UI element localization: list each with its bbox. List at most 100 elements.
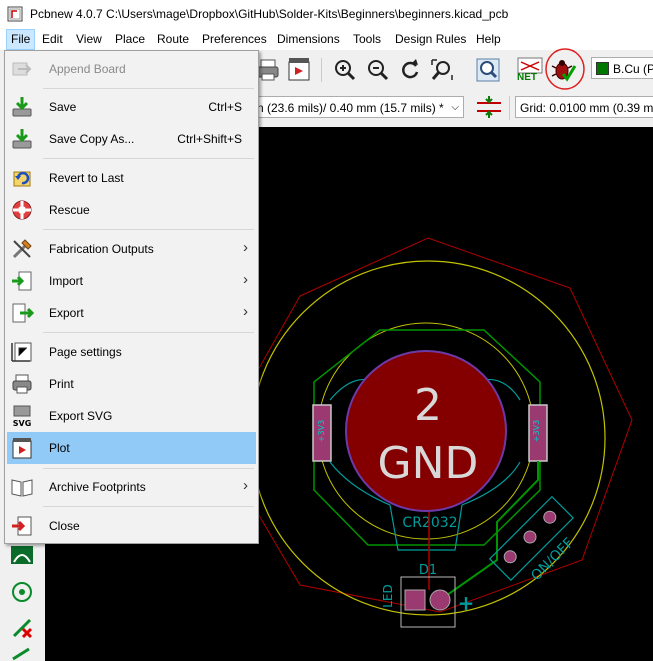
pad-left-label: +3V3 <box>317 420 326 442</box>
layer-select-value: B.Cu (P <box>613 62 653 76</box>
close-icon <box>12 516 32 536</box>
menu-view[interactable]: View <box>76 32 102 46</box>
menu-item-label: Save Copy As... <box>49 132 135 146</box>
pcbnew-app-icon <box>7 6 23 22</box>
menu-item-append-board: Append Board <box>7 53 256 85</box>
find-icon[interactable] <box>474 56 502 84</box>
menu-item-label: Close <box>49 519 80 533</box>
menu-item-plot[interactable]: Plot <box>7 432 256 464</box>
menu-item-save-copy-as[interactable]: Save Copy As... Ctrl+Shift+S <box>7 123 256 155</box>
menu-item-label: Save <box>49 100 77 114</box>
append-board-icon <box>12 62 32 76</box>
menu-route[interactable]: Route <box>157 32 189 46</box>
menu-separator <box>43 332 254 333</box>
chevron-right-icon: › <box>243 271 248 288</box>
page-settings-icon <box>11 342 32 362</box>
zoom-out-icon[interactable] <box>364 56 392 84</box>
menu-item-page-settings[interactable]: Page settings <box>7 336 256 368</box>
menu-item-label: Rescue <box>49 203 90 217</box>
menu-item-fabrication-outputs[interactable]: Fabrication Outputs › <box>7 233 256 265</box>
menu-item-close[interactable]: Close <box>7 510 256 542</box>
menu-item-label: Export SVG <box>49 409 113 423</box>
revert-icon <box>13 171 31 187</box>
layer-select[interactable]: B.Cu (P <box>591 57 653 79</box>
import-icon <box>12 271 32 291</box>
file-menu: Append Board Save Ctrl+S Save Copy As...… <box>4 50 259 544</box>
menu-item-label: Print <box>49 377 74 391</box>
red-annotation-circle <box>545 48 585 90</box>
menu-item-label: Append Board <box>49 62 126 76</box>
menu-item-shortcut: Ctrl+S <box>208 100 242 114</box>
menu-item-label: Revert to Last <box>49 171 124 185</box>
menu-tools[interactable]: Tools <box>353 32 381 46</box>
polar-coords-icon[interactable] <box>9 579 35 605</box>
menu-item-save[interactable]: Save Ctrl+S <box>7 91 256 123</box>
delete-tool-icon[interactable] <box>9 615 35 641</box>
netlist-button[interactable]: NET <box>515 56 545 84</box>
chevron-right-icon: › <box>243 239 248 256</box>
menu-edit[interactable]: Edit <box>42 32 63 46</box>
battery-ref-label: CR2032 <box>402 515 457 531</box>
menu-item-rescue[interactable]: Rescue <box>7 194 256 226</box>
menu-item-export[interactable]: Export › <box>7 297 256 329</box>
track-width-select[interactable]: n (23.6 mils)/ 0.40 mm (15.7 mils) * ⌵ <box>250 96 464 118</box>
save-copy-icon <box>12 129 32 149</box>
menu-separator <box>43 468 254 469</box>
auto-track-width-icon[interactable] <box>475 94 503 120</box>
led-plus-label: + <box>458 591 475 615</box>
export-icon <box>12 303 34 323</box>
microwave-tool-icon[interactable] <box>9 542 35 568</box>
menu-dimensions[interactable]: Dimensions <box>277 32 340 46</box>
menu-item-shortcut: Ctrl+Shift+S <box>177 132 242 146</box>
zoom-in-icon[interactable] <box>331 56 359 84</box>
grid-select[interactable]: Grid: 0.0100 mm (0.39 mi <box>515 96 653 118</box>
window-title: Pcbnew 4.0.7 C:\Users\mage\Dropbox\GitHu… <box>30 7 509 21</box>
menu-item-import[interactable]: Import › <box>7 265 256 297</box>
fabrication-icon <box>12 239 32 259</box>
menu-help[interactable]: Help <box>476 32 501 46</box>
menu-file[interactable]: File <box>6 29 36 50</box>
switch-footprint: ON/OFF <box>488 495 577 584</box>
menu-design-rules[interactable]: Design Rules <box>395 32 466 46</box>
menu-separator <box>43 158 254 159</box>
print-icon <box>12 374 32 394</box>
title-bar: Pcbnew 4.0.7 C:\Users\mage\Dropbox\GitHu… <box>0 0 653 28</box>
led-pad-1[interactable] <box>404 589 426 611</box>
plot-icon <box>12 438 32 459</box>
menu-item-label: Page settings <box>49 345 122 359</box>
pad-number-label: 2 <box>414 380 442 431</box>
menu-item-label: Archive Footprints <box>49 480 146 494</box>
layer-color-swatch <box>596 62 609 75</box>
redraw-icon[interactable] <box>396 56 424 84</box>
zoom-fit-icon[interactable] <box>428 56 456 84</box>
measure-tool-icon[interactable] <box>9 647 35 661</box>
menu-place[interactable]: Place <box>115 32 145 46</box>
menu-item-label: Import <box>49 274 84 288</box>
menu-item-revert[interactable]: Revert to Last <box>7 162 256 194</box>
grid-value: Grid: 0.0100 mm (0.39 mi <box>520 101 653 115</box>
toolbar-separator <box>321 58 322 82</box>
chevron-right-icon: › <box>243 477 248 494</box>
menu-item-label: Fabrication Outputs <box>49 242 154 256</box>
menu-item-export-svg[interactable]: SVG Export SVG <box>7 400 256 432</box>
led-ref-label: D1 <box>419 563 437 578</box>
chevron-down-icon: ⌵ <box>451 102 459 113</box>
led-label: LED <box>381 584 395 608</box>
menu-separator <box>43 229 254 230</box>
menu-item-label: Plot <box>49 441 70 455</box>
menu-item-label: Export <box>49 306 84 320</box>
chevron-right-icon: › <box>243 303 248 320</box>
menu-separator <box>43 88 254 89</box>
menu-item-archive-footprints[interactable]: Archive Footprints › <box>7 471 256 503</box>
menu-item-print[interactable]: Print <box>7 368 256 400</box>
toolbar-separator <box>509 96 510 120</box>
track-width-value: n (23.6 mils)/ 0.40 mm (15.7 mils) * <box>257 101 444 115</box>
rescue-icon <box>12 200 32 220</box>
menu-preferences[interactable]: Preferences <box>202 32 267 46</box>
led-pad-2[interactable] <box>429 589 451 611</box>
svg-text:SVG: SVG <box>13 419 32 428</box>
switch-label: ON/OFF <box>528 535 577 584</box>
plot-icon[interactable] <box>285 56 313 84</box>
save-icon <box>12 97 32 117</box>
pad-right-label: +3V3 <box>532 420 541 442</box>
